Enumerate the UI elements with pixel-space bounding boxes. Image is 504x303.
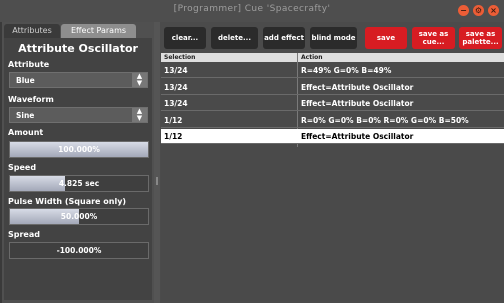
cell-action: Effect=Attribute Oscillator	[301, 83, 414, 92]
cell-selection: 1/12	[164, 116, 183, 125]
effect-params-panel: Attribute Oscillator Attribute Blue ▲ ▼ W…	[4, 38, 152, 300]
spread-label: Spread	[8, 230, 40, 239]
waveform-value: Sine	[16, 111, 35, 120]
column-header-action[interactable]: Action	[301, 54, 323, 61]
save-as-palette-button[interactable]: save as palette...	[459, 27, 502, 49]
cell-action: Effect=Attribute Oscillator	[301, 132, 414, 141]
cell-selection: 13/24	[164, 99, 188, 108]
cell-action: R=0% G=0% B=0% R=0% G=0% B=50%	[301, 116, 469, 125]
amount-value: 100.000%	[58, 145, 100, 154]
selection-table: Selection Action 13/24 R=49% G=0% B=49% …	[161, 53, 504, 301]
cell-selection: 13/24	[164, 83, 188, 92]
speed-value: 4.825 sec	[58, 179, 100, 188]
delete-button[interactable]: delete...	[211, 27, 258, 49]
table-row[interactable]: 1/12 R=0% G=0% B=0% R=0% G=0% B=50%	[161, 113, 504, 128]
table-row[interactable]: 13/24 R=49% G=0% B=49%	[161, 63, 504, 78]
amount-slider[interactable]: 100.000%	[9, 141, 149, 158]
cell-action: Effect=Attribute Oscillator	[301, 99, 414, 108]
table-row[interactable]: 13/24 Effect=Attribute Oscillator	[161, 96, 504, 111]
clear-button[interactable]: clear...	[164, 27, 206, 49]
title-bar: [Programmer] Cue 'Spacecrafty' − ⚙ ×	[0, 0, 504, 23]
spread-value: -100.000%	[56, 246, 102, 255]
close-icon: ×	[490, 6, 497, 15]
attribute-value: Blue	[16, 76, 35, 85]
drag-handle-icon[interactable]	[156, 177, 158, 185]
attribute-label: Attribute	[8, 60, 50, 69]
settings-icon: ⚙	[474, 6, 483, 15]
table-header: Selection Action	[161, 53, 504, 62]
waveform-label: Waveform	[8, 95, 54, 104]
table-row-selected[interactable]: 1/12 Effect=Attribute Oscillator	[161, 129, 504, 144]
add-effect-button[interactable]: add effect	[263, 27, 305, 49]
spread-field[interactable]: -100.000%	[9, 242, 149, 259]
tab-attributes[interactable]: Attributes	[4, 24, 60, 38]
pulse-width-slider[interactable]: 50.000%	[9, 208, 149, 225]
pulse-width-label: Pulse Width (Square only)	[8, 197, 127, 206]
save-button[interactable]: save	[365, 27, 407, 49]
spin-arrows-icon[interactable]: ▲ ▼	[132, 108, 147, 122]
column-header-selection[interactable]: Selection	[164, 54, 195, 61]
pulse-width-value: 50.000%	[60, 212, 98, 221]
attribute-select[interactable]: Blue ▲ ▼	[9, 72, 148, 88]
table-row[interactable]: 13/24 Effect=Attribute Oscillator	[161, 80, 504, 95]
speed-slider[interactable]: 4.825 sec	[9, 175, 149, 192]
cell-selection: 1/12	[164, 132, 183, 141]
panel-title: Attribute Oscillator	[18, 42, 138, 55]
minimize-icon: −	[460, 6, 467, 15]
blind-mode-button[interactable]: blind mode	[310, 27, 357, 49]
settings-button[interactable]: ⚙	[473, 5, 484, 16]
minimize-button[interactable]: −	[458, 5, 469, 16]
waveform-select[interactable]: Sine ▲ ▼	[9, 107, 148, 123]
spin-arrows-icon[interactable]: ▲ ▼	[132, 73, 147, 87]
cell-action: R=49% G=0% B=49%	[301, 66, 392, 75]
speed-label: Speed	[8, 163, 37, 172]
amount-label: Amount	[8, 128, 44, 137]
window-title: [Programmer] Cue 'Spacecrafty'	[173, 4, 331, 14]
cell-selection: 13/24	[164, 66, 188, 75]
tab-effect-params[interactable]: Effect Params	[61, 24, 136, 38]
save-as-cue-button[interactable]: save as cue...	[412, 27, 455, 49]
close-button[interactable]: ×	[488, 5, 499, 16]
